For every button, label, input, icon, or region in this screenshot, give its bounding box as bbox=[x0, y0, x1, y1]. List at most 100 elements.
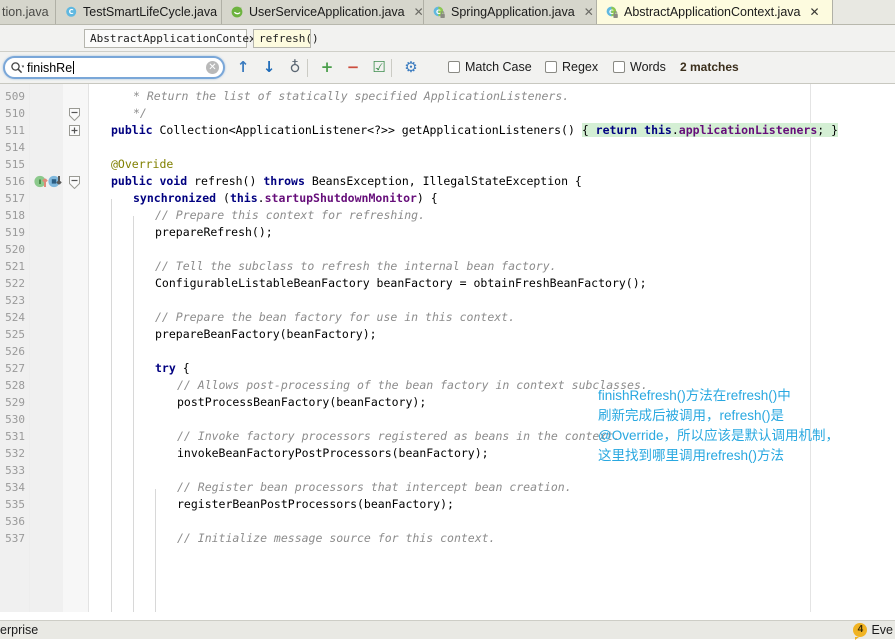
find-previous-button[interactable]: ↑ bbox=[232, 56, 254, 79]
editor-tab-label: AbstractApplicationContext.java bbox=[624, 5, 801, 19]
code-line: // Prepare the bean factory for use in t… bbox=[155, 309, 515, 326]
code-line: prepareBeanFactory(beanFactory); bbox=[155, 326, 377, 343]
remove-occurrence-button[interactable]: − bbox=[342, 56, 364, 79]
find-toolbar: finishRe ✕ 2 matches ↑ ↓ ♁ + − ☑ ⚙ Match Case Re… bbox=[0, 52, 895, 84]
checkbox-regex[interactable]: Regex bbox=[545, 60, 598, 74]
find-next-button[interactable]: ↓ bbox=[258, 56, 280, 79]
clear-search-icon[interactable]: ✕ bbox=[206, 61, 219, 74]
line-number: 534 bbox=[5, 481, 25, 494]
code-token: // Prepare the bean factory for use in t… bbox=[155, 310, 516, 324]
code-token: . bbox=[257, 191, 265, 205]
code-line: // Tell the subclass to refresh the inte… bbox=[155, 258, 557, 275]
editor-tab-label: tion.java bbox=[2, 5, 49, 19]
code-line: public void refresh() throws BeansExcept… bbox=[111, 173, 582, 190]
editor-tab-tion-java[interactable]: tion.java✕ bbox=[0, 0, 68, 24]
code-token: throws bbox=[263, 174, 305, 188]
fold-expand-icon[interactable] bbox=[69, 125, 80, 136]
editor-tab-springapplication-java[interactable]: C SpringApplication.java ✕ bbox=[424, 0, 597, 24]
line-number: 535 bbox=[5, 498, 25, 511]
line-number: 527 bbox=[5, 362, 25, 375]
close-tab-icon[interactable]: ✕ bbox=[584, 6, 594, 18]
java-class-lock-icon: C bbox=[606, 5, 619, 19]
status-left-label: erprise bbox=[0, 623, 39, 637]
line-number: 532 bbox=[5, 447, 25, 460]
code-line: @Override bbox=[111, 156, 173, 173]
breadcrumb-item-label: AbstractApplicationContext bbox=[90, 32, 263, 45]
code-token: * Return the list of statically specifie… bbox=[133, 89, 570, 103]
breadcrumb: AbstractApplicationContext refresh() bbox=[0, 25, 895, 52]
code-token: ; } bbox=[817, 123, 839, 137]
code-editor[interactable]: 509 510 511 514 515 516 517 518 519 520 521 522 523 5… bbox=[0, 84, 895, 612]
code-token: { bbox=[581, 123, 596, 137]
code-token: . bbox=[671, 123, 679, 137]
line-number: 515 bbox=[5, 158, 25, 171]
find-settings-button[interactable]: ⚙ bbox=[400, 56, 422, 79]
line-number: 522 bbox=[5, 277, 25, 290]
notification-badge[interactable]: 4 bbox=[853, 623, 868, 640]
event-log-label: Eve bbox=[871, 623, 893, 637]
checkbox-words[interactable]: Words bbox=[613, 60, 666, 74]
editor-tab-label: SpringApplication.java bbox=[451, 5, 575, 19]
fold-collapse-icon[interactable] bbox=[69, 176, 80, 190]
editor-tab-bar: tion.java✕CTestSmartLifeCycle.java✕UserS… bbox=[0, 0, 895, 25]
line-number: 511 bbox=[5, 124, 25, 137]
checkbox-label: Words bbox=[630, 60, 666, 74]
code-token: refresh() bbox=[194, 174, 264, 188]
code-token: this bbox=[229, 191, 258, 205]
select-all-occurrences-button[interactable]: ☑ bbox=[368, 56, 390, 79]
code-line: * Return the list of statically specifie… bbox=[133, 88, 569, 105]
code-token: // Prepare this context for refreshing. bbox=[155, 208, 426, 222]
overriding-method-markers[interactable]: I bbox=[34, 174, 64, 189]
fold-collapse-icon[interactable] bbox=[69, 108, 80, 122]
match-count-label: 2 matches bbox=[680, 60, 739, 74]
line-number: 514 bbox=[5, 141, 25, 154]
code-token: Collection<ApplicationListener<?>> getAp… bbox=[152, 123, 582, 137]
breadcrumb-item-abstractapplicationcontext[interactable]: AbstractApplicationContext bbox=[84, 29, 262, 48]
marker-gutter[interactable]: I bbox=[30, 84, 63, 612]
checkbox-match-case[interactable]: Match Case bbox=[448, 60, 532, 74]
code-token: invokeBeanFactoryPostProcessors(beanFact… bbox=[177, 446, 489, 460]
svg-text:C: C bbox=[436, 8, 441, 16]
code-line: */ bbox=[133, 105, 147, 122]
code-token: public bbox=[111, 123, 153, 137]
checkbox-box[interactable] bbox=[545, 61, 557, 73]
search-input[interactable]: finishRe ✕ bbox=[3, 56, 225, 79]
code-token: ( bbox=[216, 191, 230, 205]
toolbar-separator-1 bbox=[391, 59, 392, 77]
code-content[interactable]: * Return the list of statically specifie… bbox=[89, 84, 895, 612]
fold-gutter[interactable] bbox=[63, 84, 89, 612]
line-number: 525 bbox=[5, 328, 25, 341]
editor-tab-abstractapplicationcontext-java[interactable]: C AbstractApplicationContext.java ✕ bbox=[597, 0, 833, 24]
editor-tab-userserviceapplication-java[interactable]: UserServiceApplication.java ✕ bbox=[222, 0, 424, 24]
code-line: synchronized (this.startupShutdownMonito… bbox=[133, 190, 438, 207]
editor-tab-label: TestSmartLifeCycle.java bbox=[83, 5, 218, 19]
line-number: 510 bbox=[5, 107, 25, 120]
line-number: 516 bbox=[5, 175, 25, 188]
breadcrumb-item-refresh-[interactable]: refresh() bbox=[253, 29, 319, 48]
search-icon bbox=[10, 61, 25, 75]
code-token: return bbox=[595, 123, 638, 137]
close-tab-icon[interactable]: ✕ bbox=[414, 6, 424, 18]
checkbox-box[interactable] bbox=[613, 61, 625, 73]
code-line: ConfigurableListableBeanFactory beanFact… bbox=[155, 275, 647, 292]
annotation-note: finishRefresh()方法在refresh()中 刷新完成后被调用，re… bbox=[598, 388, 839, 463]
status-bar: erprise 4 Eve bbox=[0, 620, 895, 640]
close-tab-icon[interactable]: ✕ bbox=[809, 6, 819, 18]
line-number: 519 bbox=[5, 226, 25, 239]
event-log-indicator[interactable]: 4 Eve bbox=[853, 623, 893, 640]
checkbox-label: Regex bbox=[562, 60, 599, 74]
code-line: // Initialize message source for this co… bbox=[177, 530, 496, 547]
code-token: prepareRefresh(); bbox=[155, 225, 273, 239]
code-line: public Collection<ApplicationListener<?>… bbox=[111, 122, 839, 139]
code-token: BeansException, IllegalStateException { bbox=[304, 174, 582, 188]
code-token: // Initialize message source for this co… bbox=[177, 531, 496, 545]
code-line: registerBeanPostProcessors(beanFactory); bbox=[177, 496, 454, 513]
checkbox-box[interactable] bbox=[448, 61, 460, 73]
line-number: 529 bbox=[5, 396, 25, 409]
code-token: // Tell the subclass to refresh the inte… bbox=[155, 259, 557, 273]
editor-tab-testsmartlifecycle-java[interactable]: CTestSmartLifeCycle.java✕ bbox=[56, 0, 236, 24]
add-occurrence-button[interactable]: + bbox=[316, 56, 338, 79]
line-number: 524 bbox=[5, 311, 25, 324]
find-all-button[interactable]: ♁ bbox=[284, 56, 306, 79]
line-number: 533 bbox=[5, 464, 25, 477]
